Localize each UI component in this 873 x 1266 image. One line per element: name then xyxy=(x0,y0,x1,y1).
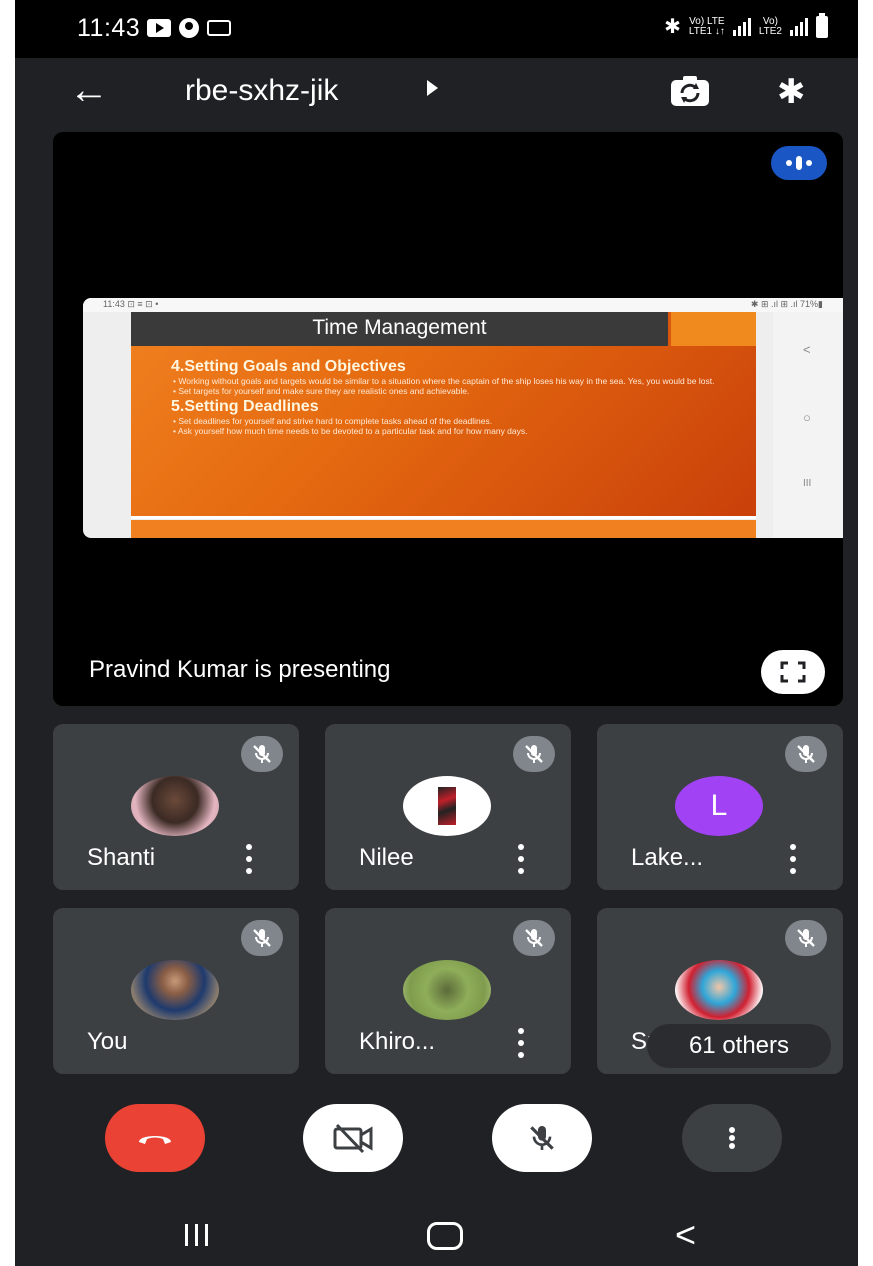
avatar: L xyxy=(675,776,763,836)
presentation-view[interactable]: 11:43 ⊡ ≡ ⊡ • ✱ ⊞ .ıl ⊞ .ıl 71%▮ Time Ma… xyxy=(53,132,843,706)
fullscreen-icon xyxy=(780,661,806,683)
participant-tile[interactable]: L Lake... xyxy=(597,724,843,890)
meeting-details-caret-icon[interactable] xyxy=(427,80,438,96)
participant-tile[interactable]: You xyxy=(53,908,299,1074)
shared-screen-navbar: < ○ III xyxy=(773,312,843,538)
battery-icon xyxy=(816,12,828,38)
slide-bullet: Working without goals and targets would … xyxy=(173,376,741,386)
slide-bullet: Set deadlines for yourself and strive ha… xyxy=(173,416,741,426)
avatar xyxy=(131,776,219,836)
slide-heading: 4.Setting Goals and Objectives xyxy=(171,358,406,375)
shared-recent-icon: III xyxy=(803,478,812,489)
next-slide-preview xyxy=(131,520,756,538)
mic-off-icon xyxy=(241,920,283,956)
slide: Time Management 4.Setting Goals and Obje… xyxy=(131,312,756,516)
status-notification-icons xyxy=(147,18,231,38)
participant-name: You xyxy=(87,1028,128,1055)
status-time: 11:43 xyxy=(77,14,141,42)
meeting-code[interactable]: rbe-sxhz-jik xyxy=(185,74,338,108)
mic-off-icon xyxy=(785,920,827,956)
network-2: Vo) LTE2 xyxy=(758,15,782,37)
avatar xyxy=(675,960,763,1020)
end-call-icon xyxy=(139,1136,171,1144)
more-vert-icon[interactable] xyxy=(783,844,803,874)
back-arrow-icon[interactable]: ← xyxy=(69,66,109,114)
camera-off-icon xyxy=(333,1123,373,1154)
participant-tile[interactable]: Nilee xyxy=(325,724,571,890)
participant-tile[interactable]: Su 61 others xyxy=(597,908,843,1074)
nav-back-icon[interactable]: < xyxy=(675,1214,696,1256)
participant-tile[interactable]: Shanti xyxy=(53,724,299,890)
participant-name: Nilee xyxy=(359,844,414,871)
mic-off-icon xyxy=(513,920,555,956)
mic-off-icon xyxy=(530,1126,554,1150)
mic-off-icon xyxy=(241,736,283,772)
account-notification-icon xyxy=(179,18,199,38)
more-options-button[interactable] xyxy=(682,1104,782,1172)
more-vert-icon[interactable] xyxy=(511,1028,531,1058)
more-vert-icon[interactable] xyxy=(511,844,531,874)
system-nav-bar: < xyxy=(15,1200,858,1266)
mic-toggle-button[interactable] xyxy=(492,1104,592,1172)
slide-heading: 5.Setting Deadlines xyxy=(171,398,319,415)
bluetooth-icon[interactable]: ✱ xyxy=(777,72,806,112)
slide-title: Time Management xyxy=(312,316,487,339)
meeting-header: ← rbe-sxhz-jik ✱ xyxy=(15,58,858,130)
home-icon[interactable] xyxy=(427,1222,463,1250)
camera-toggle-button[interactable] xyxy=(303,1104,403,1172)
slide-content: 4.Setting Goals and Objectives Working w… xyxy=(171,356,741,436)
signal-2-icon xyxy=(790,17,808,36)
signal-1-icon xyxy=(732,17,751,36)
network-1: Vo) LTE LTE1 ↓↑ xyxy=(688,15,725,37)
avatar xyxy=(403,960,491,1020)
avatar xyxy=(131,960,219,1020)
slide-bullet: Set targets for yourself and make sure t… xyxy=(173,386,741,396)
participant-name: Khiro... xyxy=(359,1028,436,1055)
fullscreen-button[interactable] xyxy=(761,650,825,694)
mic-off-icon xyxy=(513,736,555,772)
participant-name: Shanti xyxy=(87,844,156,871)
shared-screen-status-bar: 11:43 ⊡ ≡ ⊡ • ✱ ⊞ .ıl ⊞ .ıl 71%▮ xyxy=(83,298,843,312)
video-notification-icon xyxy=(207,20,231,36)
participant-name: Lake... xyxy=(631,844,704,871)
status-system-icons: ✱ Vo) LTE LTE1 ↓↑ Vo) LTE2 xyxy=(664,12,828,39)
avatar-image xyxy=(438,787,456,825)
mic-off-icon xyxy=(785,736,827,772)
switch-camera-icon[interactable] xyxy=(668,74,712,110)
avatar xyxy=(403,776,491,836)
end-call-button[interactable] xyxy=(105,1104,205,1172)
meet-screen: 11:43 ✱ Vo) LTE LTE1 ↓↑ Vo) LTE2 ← rbe-sxh… xyxy=(15,0,858,1266)
bluetooth-status-icon: ✱ xyxy=(664,16,681,38)
audio-level-icon xyxy=(771,146,827,180)
status-bar: 11:43 ✱ Vo) LTE LTE1 ↓↑ Vo) LTE2 xyxy=(15,0,858,58)
slide-bullet: Ask yourself how much time needs to be d… xyxy=(173,426,741,436)
presenter-label: Pravind Kumar is presenting xyxy=(89,656,391,683)
call-controls xyxy=(15,1090,858,1200)
participant-tile[interactable]: Khiro... xyxy=(325,908,571,1074)
shared-screen: 11:43 ⊡ ≡ ⊡ • ✱ ⊞ .ıl ⊞ .ıl 71%▮ Time Ma… xyxy=(83,298,843,538)
shared-home-icon: ○ xyxy=(803,410,811,425)
others-count-chip[interactable]: 61 others xyxy=(647,1024,831,1068)
shared-back-icon: < xyxy=(803,342,811,357)
youtube-notification-icon xyxy=(147,19,171,37)
slide-accent xyxy=(671,312,756,346)
more-vert-icon xyxy=(722,1127,742,1149)
more-vert-icon[interactable] xyxy=(239,844,259,874)
recent-apps-icon[interactable] xyxy=(185,1224,208,1246)
slide-divider xyxy=(131,516,756,519)
